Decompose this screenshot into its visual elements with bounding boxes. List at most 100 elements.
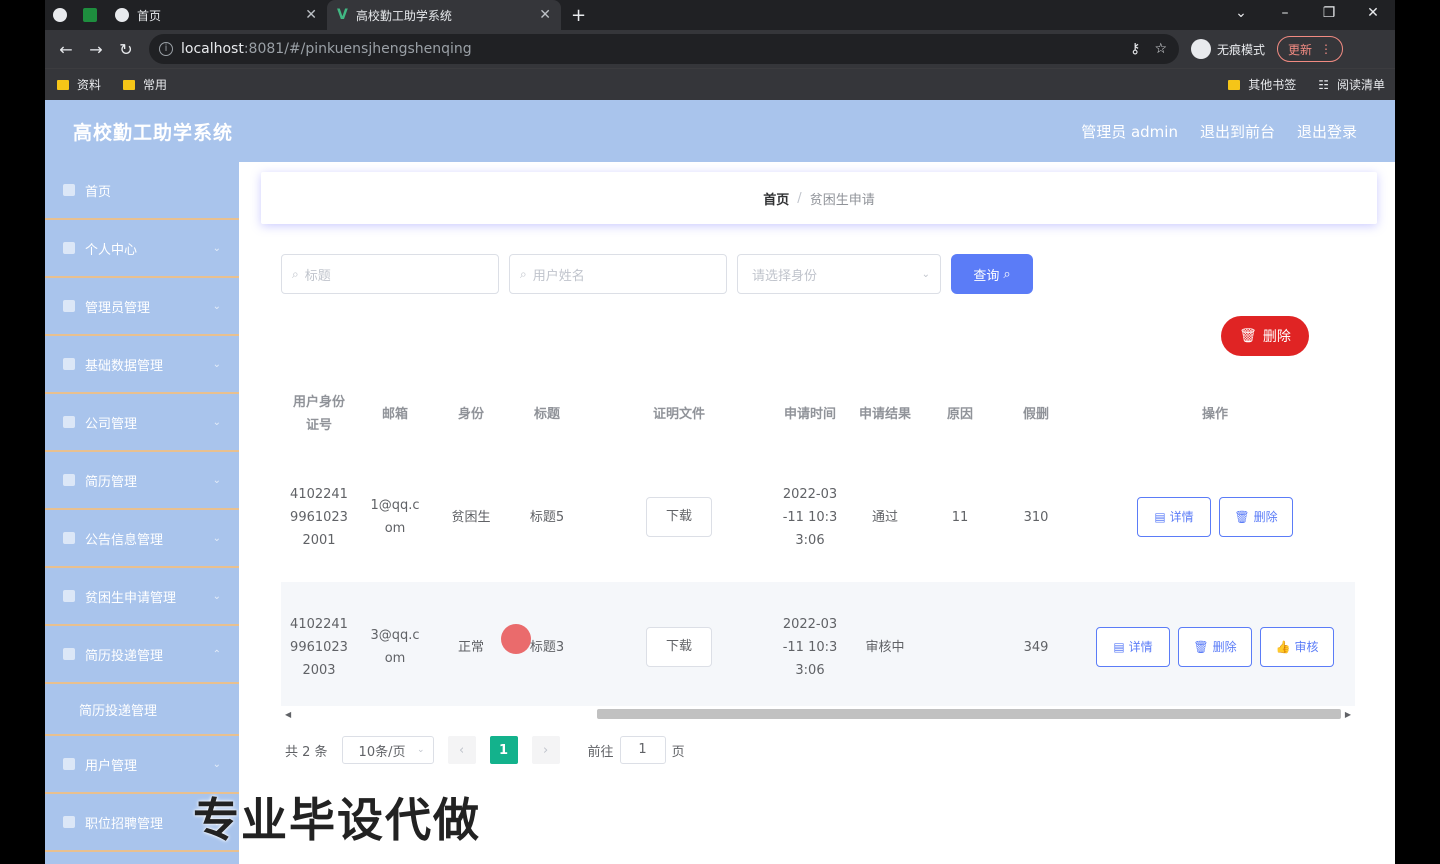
proof-file-cell: 下载 [585, 627, 773, 667]
scroll-left-icon[interactable]: ◀ [285, 710, 291, 719]
title-search-input[interactable]: ⌕ 标题 [281, 254, 499, 294]
sidebar-item-label: 公告信息管理 [85, 532, 164, 548]
chevron-down-icon: ⌄ [212, 416, 221, 428]
sidebar-item-notices[interactable]: 公告信息管理 ⌄ [45, 510, 239, 568]
sidebar-item-label: 首页 [85, 184, 112, 200]
fake-delete-cell: 349 [1023, 639, 1049, 655]
delete-label: 删除 [1262, 329, 1291, 345]
sidebar-item-poverty-apps[interactable]: 贫困生申请管理 ⌄ [45, 568, 239, 626]
audit-button[interactable]: 👍 审核 [1260, 627, 1334, 667]
thumbs-up-icon: 👍 [1275, 639, 1291, 654]
email-cell: 1@qq.c om [370, 498, 420, 536]
goto-page-input[interactable]: 1 [619, 736, 666, 764]
sidebar-item-companies[interactable]: 公司管理 ⌄ [45, 394, 239, 452]
browser-tab-home[interactable]: 首页 ✕ [105, 0, 327, 30]
star-icon[interactable]: ☆ [1154, 41, 1167, 57]
scroll-thumb[interactable] [597, 709, 1341, 719]
download-button[interactable]: 下载 [646, 627, 712, 667]
sidebar-item-label: 简历管理 [85, 474, 138, 490]
back-to-front-link[interactable]: 退出到前台 [1200, 121, 1275, 142]
chevron-up-icon: ⌃ [212, 648, 221, 660]
pinned-tab-sheets[interactable] [75, 0, 105, 30]
tab-title: 首页 [137, 8, 162, 23]
search-icon: ⌕ [292, 266, 299, 281]
reload-icon[interactable]: ↻ [111, 40, 141, 59]
bookmark-folder[interactable]: 资料 [57, 76, 101, 93]
document-icon: ▤ [1113, 639, 1125, 654]
table-row: 4102241 9961023 2001 1@qq.c om 贫困生 标题5 下… [281, 452, 1355, 582]
sidebar-item-resume-delivery[interactable]: 简历投递管理 ⌃ [45, 626, 239, 684]
incognito-label: 无痕模式 [1217, 42, 1266, 57]
sidebar-item-label: 用户管理 [85, 758, 138, 774]
bookmark-label: 常用 [143, 78, 168, 92]
identity-placeholder: 请选择身份 [752, 268, 818, 284]
tab-search-icon[interactable]: ⌄ [1219, 0, 1263, 26]
breadcrumb-home[interactable]: 首页 [763, 189, 789, 208]
id-number-cell: 4102241 9961023 2001 [290, 486, 348, 548]
bookmark-folder[interactable]: 常用 [123, 76, 167, 93]
back-icon[interactable]: ← [51, 40, 81, 59]
key-icon[interactable]: ⚷ [1130, 41, 1140, 57]
username-search-input[interactable]: ⌕ 用户姓名 [509, 254, 727, 294]
batch-delete-button[interactable]: 🗑 删除 [1221, 316, 1309, 356]
close-icon[interactable]: ✕ [305, 7, 317, 23]
apply-time-cell: 2022-03 -11 10:3 3:06 [782, 616, 838, 678]
detail-button[interactable]: ▤ 详情 [1137, 497, 1211, 537]
download-button[interactable]: 下载 [646, 497, 712, 537]
reason-cell: 11 [951, 509, 969, 525]
reading-list[interactable]: ☷ 阅读清单 [1318, 76, 1385, 93]
query-button[interactable]: 查询 ⌕ [951, 254, 1033, 294]
sidebar-item-home[interactable]: 首页 [45, 162, 239, 220]
update-button[interactable]: 更新 ⋮ [1277, 36, 1344, 62]
result-cell: 通过 [871, 509, 898, 525]
title-cell: 标题5 [529, 509, 565, 525]
next-page-button[interactable]: › [531, 736, 560, 764]
new-tab-button[interactable]: + [571, 5, 586, 26]
identity-select[interactable]: 请选择身份 ⌄ [737, 254, 941, 294]
chevron-down-icon: ⌄ [212, 474, 221, 486]
mouse-cursor-highlight [501, 624, 531, 654]
identity-cell: 贫困生 [451, 509, 491, 525]
other-bookmarks[interactable]: 其他书签 [1228, 76, 1296, 93]
logout-link[interactable]: 退出登录 [1297, 121, 1357, 142]
more-icon: ⋮ [1320, 42, 1333, 56]
sidebar-item-resumes[interactable]: 简历管理 ⌄ [45, 452, 239, 510]
home-icon [63, 184, 75, 196]
goto-suffix: 页 [671, 744, 685, 760]
incognito-indicator[interactable]: 无痕模式 [1191, 39, 1265, 59]
info-icon[interactable]: i [159, 42, 173, 56]
actions-cell: ▤ 详情 🗑 删除 👍 审核 [1075, 627, 1355, 667]
sidebar-subitem-resume-delivery[interactable]: 简历投递管理 [45, 684, 239, 736]
actions-cell: ▤ 详情 🗑 删除 [1075, 497, 1355, 537]
sidebar-item-base-data[interactable]: 基础数据管理 ⌄ [45, 336, 239, 394]
row-delete-button[interactable]: 🗑 删除 [1178, 627, 1252, 667]
pinned-tab-web[interactable] [45, 0, 75, 30]
name-placeholder: 用户姓名 [532, 268, 585, 284]
delete-label: 删除 [1212, 639, 1237, 654]
forward-icon[interactable]: → [81, 40, 111, 59]
globe-icon [53, 8, 67, 22]
sidebar-item-profile[interactable]: 个人中心 ⌄ [45, 220, 239, 278]
sidebar-item-label: 公司管理 [85, 416, 138, 432]
grid-icon [63, 358, 75, 370]
minimize-icon[interactable]: – [1263, 0, 1307, 26]
address-bar[interactable]: i localhost:8081/#/pinkuensjhengshenqing… [149, 34, 1179, 64]
sidebar-item-admins[interactable]: 管理员管理 ⌄ [45, 278, 239, 336]
trash-icon: 🗑 [1239, 328, 1257, 344]
prev-page-button[interactable]: ‹ [447, 736, 476, 764]
horizontal-scrollbar[interactable]: ◀ ▶ [281, 708, 1355, 720]
email-cell: 3@qq.c om [370, 628, 420, 666]
row-delete-button[interactable]: 🗑 删除 [1219, 497, 1293, 537]
restore-icon[interactable]: ❐ [1307, 0, 1351, 26]
detail-button[interactable]: ▤ 详情 [1096, 627, 1170, 667]
user-icon [63, 242, 75, 254]
page-size-select[interactable]: 10条/页 ⌄ [341, 736, 434, 764]
browser-window: 首页 ✕ V 高校勤工助学系统 ✕ + ⌄ – ❐ ✕ ← → ↻ i loca… [45, 0, 1395, 864]
delete-label: 删除 [1253, 509, 1278, 524]
page-number-active[interactable]: 1 [489, 736, 518, 764]
column-header: 邮箱 [381, 406, 408, 422]
scroll-right-icon[interactable]: ▶ [1345, 710, 1351, 719]
browser-tab-app[interactable]: V 高校勤工助学系统 ✕ [327, 0, 561, 30]
close-window-icon[interactable]: ✕ [1351, 0, 1395, 26]
close-icon[interactable]: ✕ [539, 7, 551, 23]
